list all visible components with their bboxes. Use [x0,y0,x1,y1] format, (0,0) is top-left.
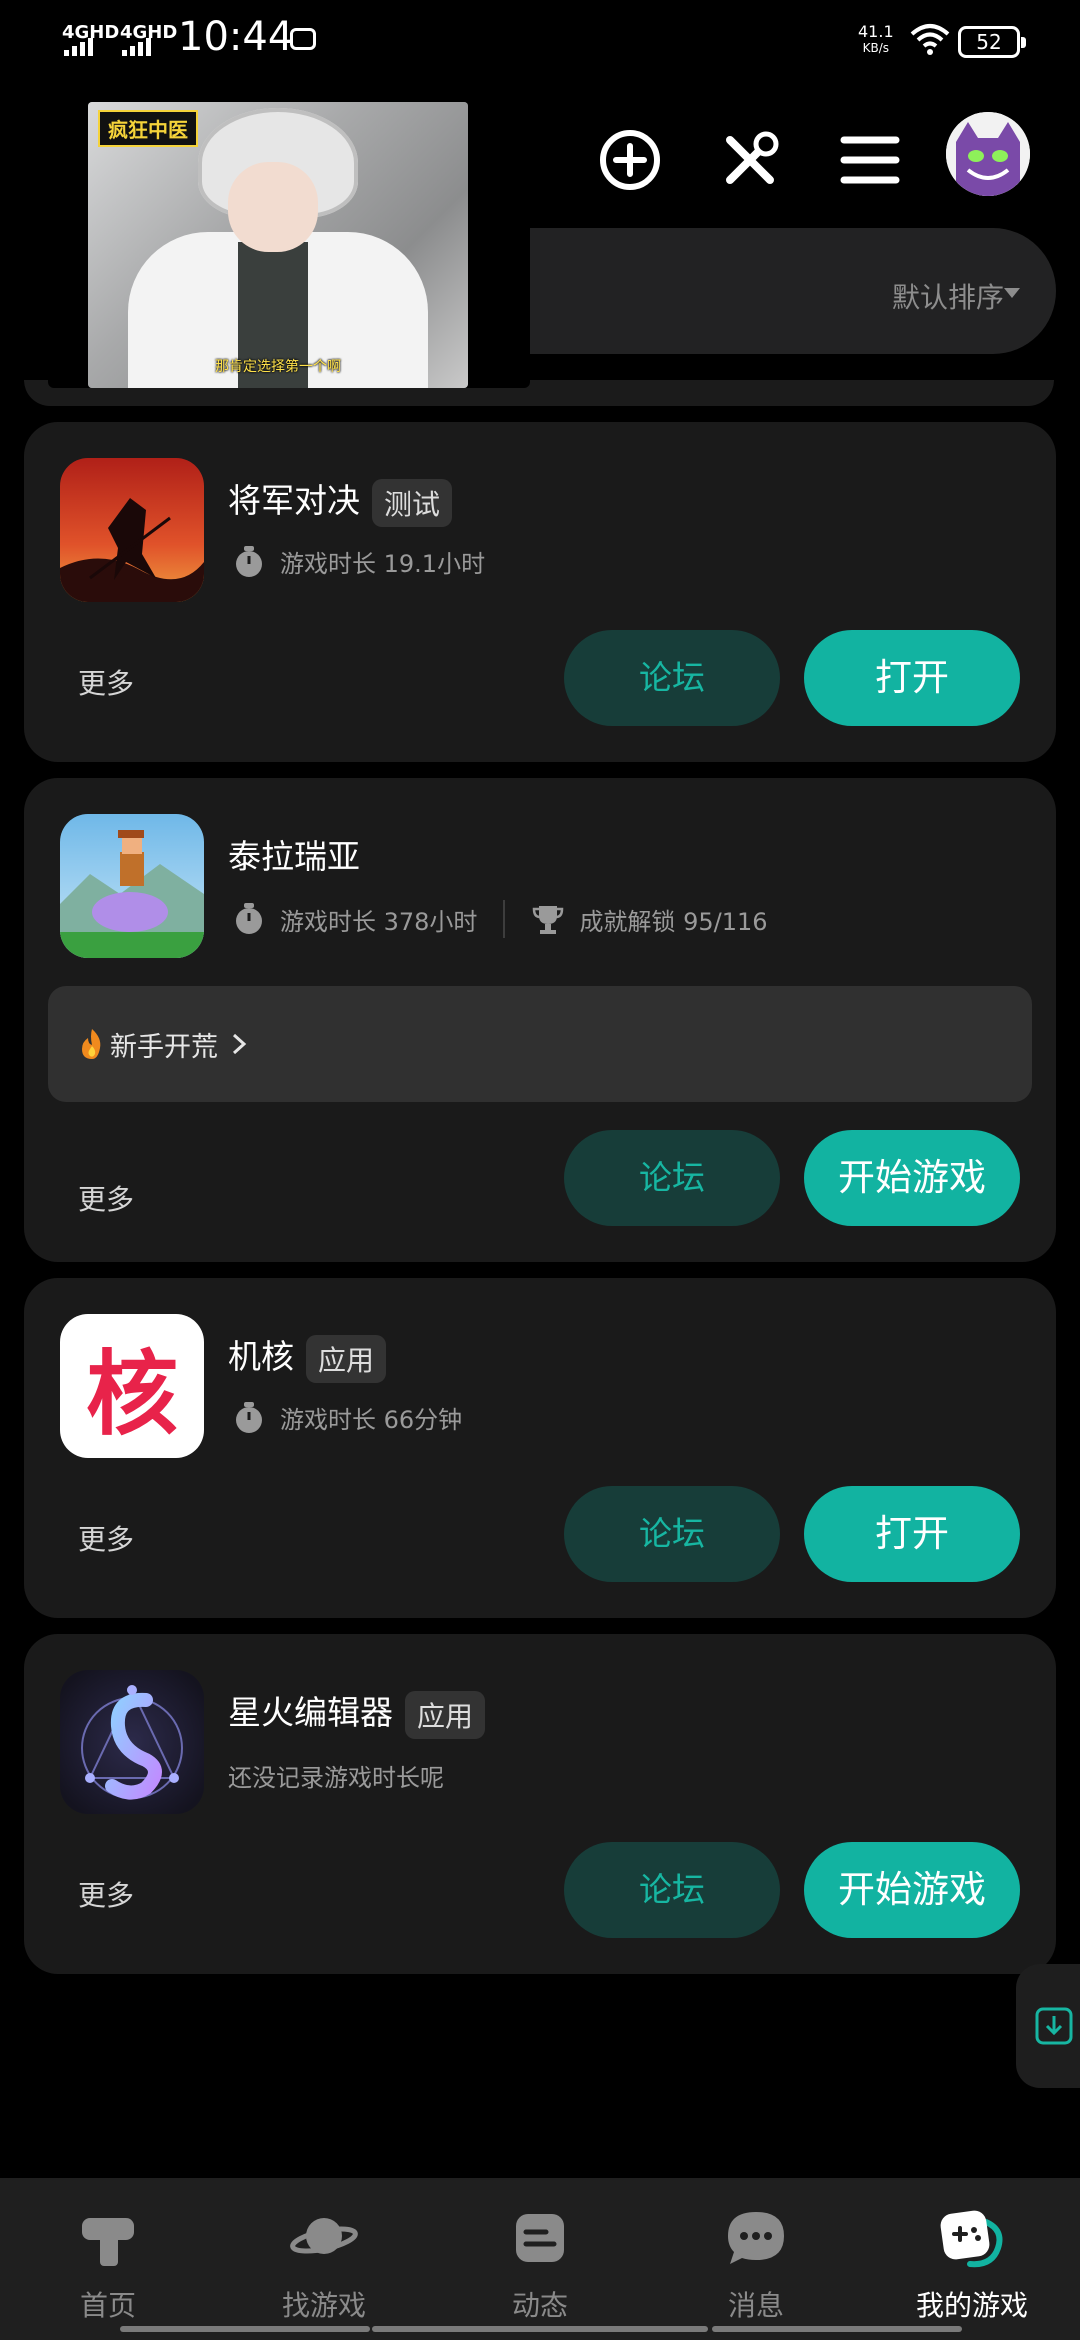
more-button[interactable]: 更多 [78,1518,134,1558]
video-caption: 那肯定选择第一个啊 [215,359,341,375]
game-tag: 应用 [306,1334,387,1383]
chevron-right-icon [232,1033,247,1055]
achievements: 成就解锁 95/116 [579,907,768,936]
guide-label: 新手开荒 [110,1031,218,1063]
cat-avatar-icon [946,112,1030,196]
app-icon[interactable] [60,1670,204,1814]
bottom-nav: 首页 找游戏 动态 消息 我的游戏 [0,2178,1080,2340]
gamepad-icon [940,2210,1003,2268]
open-button[interactable]: 打开 [804,1486,1020,1582]
forum-button[interactable]: 论坛 [564,630,780,726]
sort-bar: 默认排序 [500,228,1056,354]
stopwatch-icon [236,903,262,934]
home-indicator [712,2326,962,2332]
open-button[interactable]: 打开 [804,630,1020,726]
nav-discover[interactable]: 找游戏 [216,2178,432,2340]
more-button[interactable]: 更多 [78,1178,134,1218]
nav-home[interactable]: 首页 [0,2178,216,2340]
playtime: 还没记录游戏时长呢 [228,1764,444,1792]
wifi-icon [910,24,950,55]
video-title: 疯狂中医 [98,110,198,147]
planet-icon [290,2218,358,2254]
divider [503,900,506,938]
status-bar: 4GHD 4GHD 10:44 41.1 KB/s 52 [0,0,1080,80]
game-name: 将军对决 [228,481,360,520]
floating-video[interactable]: 疯狂中医 那肯定选择第一个啊 [88,102,468,388]
start-game-button[interactable]: 开始游戏 [804,1130,1020,1226]
fire-icon [82,1029,101,1059]
nav-my-games[interactable]: 我的游戏 [864,2178,1080,2340]
more-button[interactable]: 更多 [78,1874,134,1914]
nav-feed[interactable]: 动态 [432,2178,648,2340]
game-card: 将军对决 测试 游戏时长 19.1小时 更多 论坛 打开 [24,422,1056,762]
playtime: 游戏时长 19.1小时 [280,550,486,578]
game-icon[interactable] [60,814,204,958]
game-card: 星火编辑器 应用 还没记录游戏时长呢 更多 论坛 开始游戏 [24,1634,1056,1974]
menu-button[interactable] [830,120,910,200]
chat-icon [728,2212,784,2264]
tools-icon [726,131,779,184]
download-icon [1035,2007,1073,2045]
game-card: 泰拉瑞亚 游戏时长 378小时 成就解锁 95/116 新手开荒 更多 论坛 开… [24,778,1056,1262]
stopwatch-icon [236,545,262,577]
tv-icon [290,28,316,50]
add-button[interactable] [590,120,670,200]
game-name: 机核 [228,1337,294,1376]
sort-dropdown[interactable]: 默认排序 [892,276,1004,316]
network-speed: 41.1 KB/s [858,22,894,56]
game-name: 星火编辑器 [228,1693,393,1732]
trophy-icon [533,906,564,934]
playtime: 游戏时长 378小时 [280,907,478,936]
nav-label: 首页 [79,2289,136,2322]
app-icon-text: 核 [85,1340,178,1448]
guide-banner[interactable]: 新手开荒 [48,986,1032,1102]
tools-button[interactable] [710,120,790,200]
start-game-button[interactable]: 开始游戏 [804,1842,1020,1938]
caret-down-icon [1004,288,1020,298]
download-float-button[interactable] [1016,1964,1080,2088]
playtime: 游戏时长 66分钟 [280,1406,463,1434]
nav-label: 消息 [727,2289,784,2322]
nav-messages[interactable]: 消息 [648,2178,864,2340]
avatar[interactable] [946,112,1030,196]
add-circle-icon [600,130,660,190]
clock: 10:44 [178,14,294,60]
nav-label: 找游戏 [281,2289,366,2322]
forum-button[interactable]: 论坛 [564,1130,780,1226]
signal-icon-2 [122,38,151,56]
feed-icon [516,2214,564,2262]
game-tag: 应用 [405,1690,486,1739]
game-name: 泰拉瑞亚 [228,837,360,876]
nav-label: 我的游戏 [915,2289,1028,2322]
app-icon[interactable]: 核 [60,1314,204,1458]
game-card: 核 机核 应用 游戏时长 66分钟 更多 论坛 打开 [24,1278,1056,1618]
forum-button[interactable]: 论坛 [564,1486,780,1582]
nav-label: 动态 [511,2289,568,2322]
home-icon [82,2218,134,2266]
menu-icon [840,136,900,184]
game-icon[interactable] [60,458,204,602]
stopwatch-icon [236,1401,262,1433]
signal-icon [64,38,93,56]
battery-indicator: 52 [958,26,1026,58]
home-indicator [372,2326,708,2332]
forum-button[interactable]: 论坛 [564,1842,780,1938]
game-tag: 测试 [372,478,453,527]
home-indicator [120,2326,370,2332]
more-button[interactable]: 更多 [78,662,134,702]
